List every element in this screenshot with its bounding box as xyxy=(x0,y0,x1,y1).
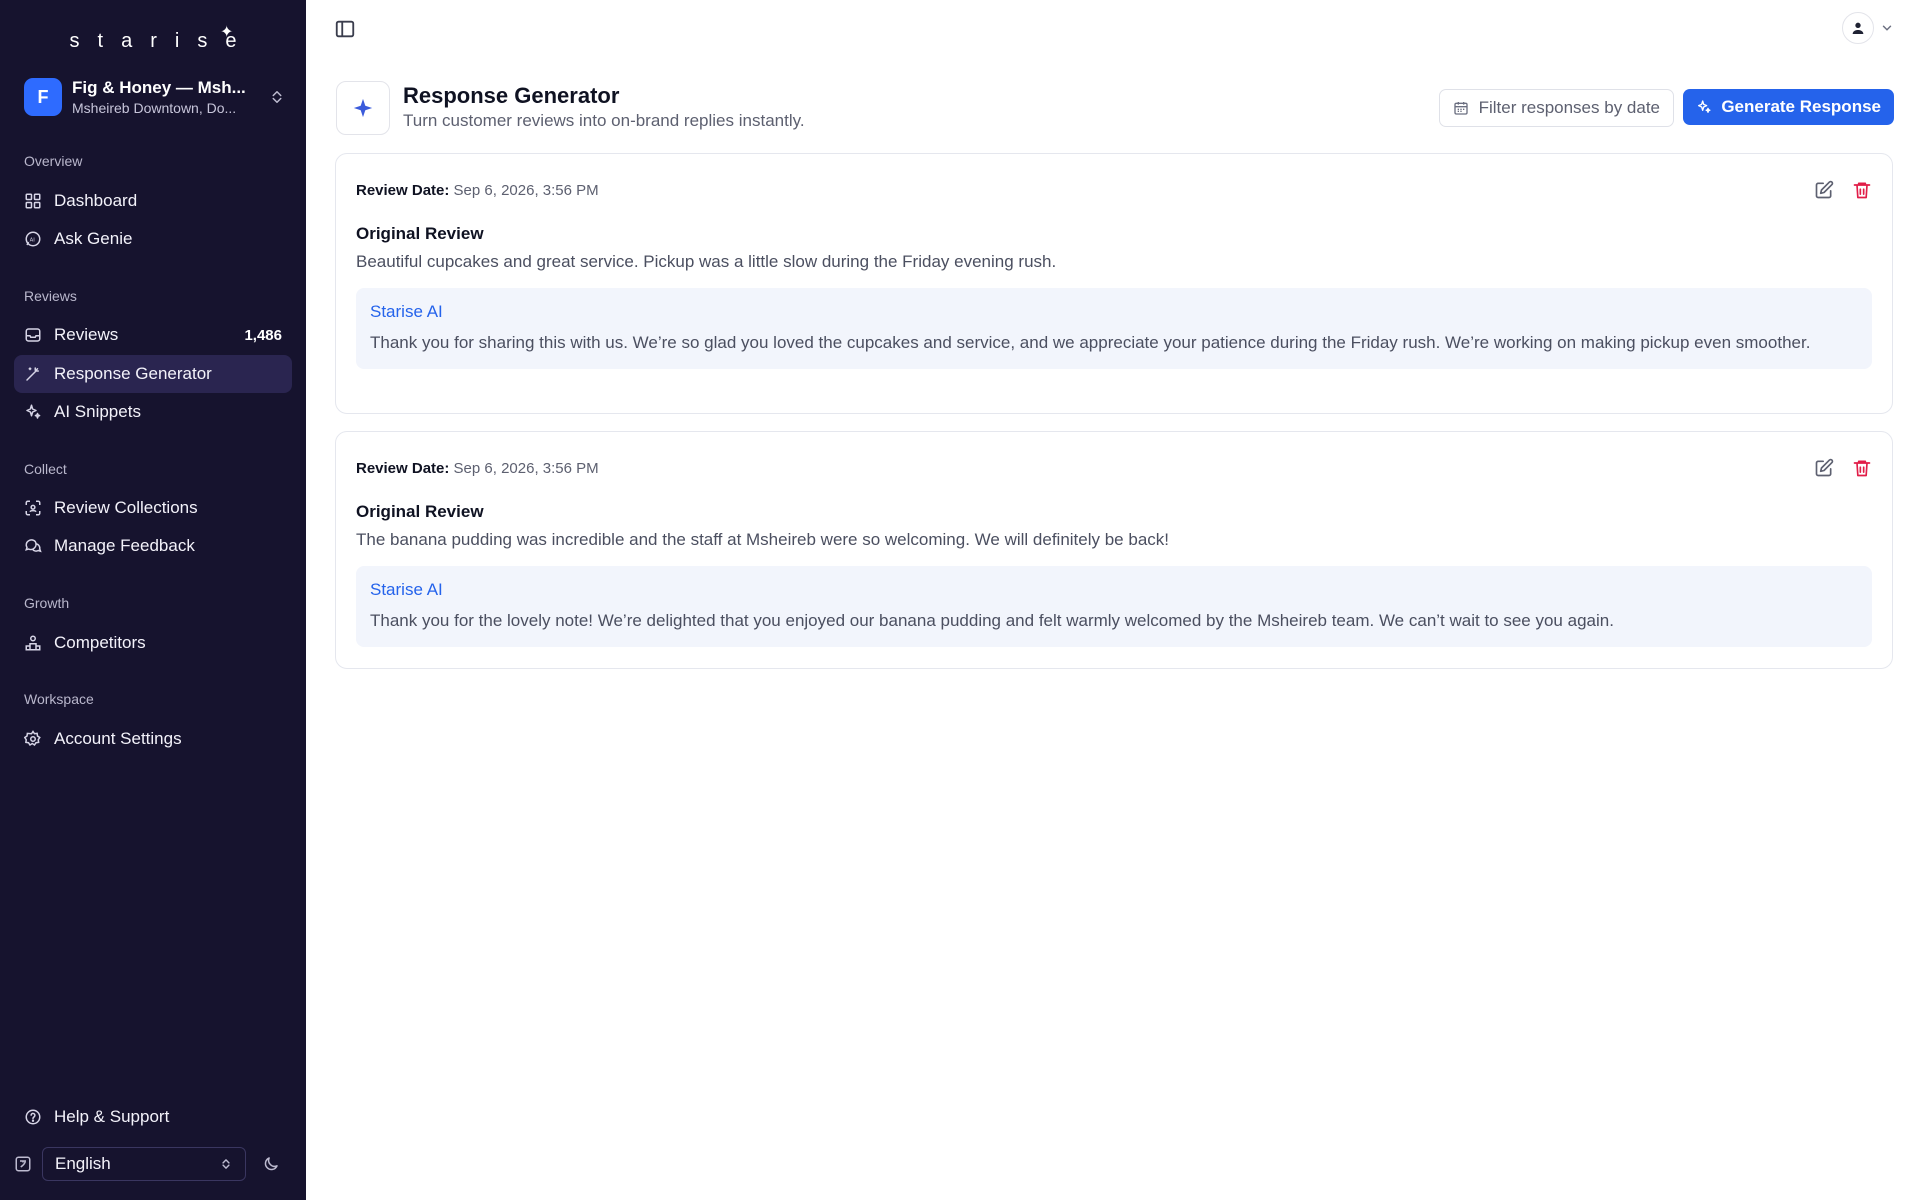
page-title: Response Generator xyxy=(403,83,620,108)
inbox-icon xyxy=(25,328,41,342)
sidebar-item-label: Review Collections xyxy=(54,498,198,517)
sidebar-item-response-generator[interactable]: Response Generator xyxy=(14,355,292,393)
page-header: Response Generator Turn customer reviews… xyxy=(336,81,1894,135)
starise-logo[interactable]: starise xyxy=(0,30,306,53)
help-circle-icon xyxy=(25,1109,41,1125)
svg-text:AI: AI xyxy=(30,237,36,243)
chevron-up-down-icon[interactable] xyxy=(268,88,286,106)
section-label-collect: Collect xyxy=(24,461,67,477)
sparkle-badge xyxy=(336,81,390,135)
sidebar-item-manage-feedback[interactable]: Manage Feedback xyxy=(14,527,292,565)
chevron-up-down-icon xyxy=(222,1159,230,1169)
sidebar-item-label: Account Settings xyxy=(54,729,182,748)
language-value: English xyxy=(55,1154,111,1173)
help-support-link[interactable]: Help & Support xyxy=(14,1098,292,1136)
original-review-text: The banana pudding was incredible and th… xyxy=(356,530,1169,549)
section-label-reviews: Reviews xyxy=(24,288,77,304)
sparkle-icon xyxy=(353,98,373,118)
section-label-overview: Overview xyxy=(24,153,83,169)
date-filter-button[interactable]: Filter responses by date xyxy=(1438,89,1674,127)
section-label-workspace: Workspace xyxy=(24,691,94,707)
chevron-down-icon xyxy=(1882,25,1892,31)
user-menu[interactable] xyxy=(1842,12,1894,44)
moon-icon[interactable] xyxy=(262,1155,280,1173)
response-card: Review Date: Sep 6, 2026, 3:56 PM Origin… xyxy=(335,153,1893,414)
sidebar-item-label: Competitors xyxy=(54,633,146,652)
grid-icon xyxy=(25,193,41,209)
sidebar-item-ask-genie[interactable]: AI Ask Genie xyxy=(14,220,292,258)
sidebar-item-account-settings[interactable]: Account Settings xyxy=(14,720,292,758)
sidebar-item-competitors[interactable]: Competitors xyxy=(14,624,292,662)
reviews-count-badge: 1,486 xyxy=(244,326,282,344)
ai-author: Starise AI xyxy=(370,302,443,321)
sidebar-item-review-collections[interactable]: Review Collections xyxy=(14,489,292,527)
original-review-label: Original Review xyxy=(356,224,484,243)
edit-icon[interactable] xyxy=(1814,458,1834,478)
sidebar-item-label: Reviews xyxy=(54,325,119,344)
magic-wand-icon xyxy=(26,367,39,381)
trash-icon[interactable] xyxy=(1852,180,1872,200)
card-actions xyxy=(1796,180,1872,200)
translate-icon xyxy=(15,1156,31,1172)
response-card: Review Date: Sep 6, 2026, 3:56 PM Origin… xyxy=(335,431,1893,669)
ai-response-text: Thank you for sharing this with us. We’r… xyxy=(370,333,1811,352)
help-support-label: Help & Support xyxy=(54,1107,170,1126)
ai-response-box: Starise AI Thank you for sharing this wi… xyxy=(356,288,1872,369)
sidebar-item-label: Manage Feedback xyxy=(54,536,195,555)
page-subtitle: Turn customer reviews into on-brand repl… xyxy=(403,111,805,130)
language-select[interactable]: English xyxy=(42,1147,246,1181)
original-review-label: Original Review xyxy=(356,502,484,521)
card-actions xyxy=(1796,458,1872,478)
review-date-label: Review Date: xyxy=(356,182,450,199)
sidebar-item-dashboard[interactable]: Dashboard xyxy=(14,182,292,220)
logo-star-icon: ✦ xyxy=(220,24,234,41)
calendar-icon xyxy=(1453,102,1468,115)
ai-author: Starise AI xyxy=(370,580,443,599)
chat-bubbles-icon xyxy=(25,539,42,553)
main-content: Response Generator Turn customer reviews… xyxy=(306,0,1920,1200)
scan-icon xyxy=(25,500,41,516)
org-avatar: F xyxy=(24,78,62,116)
sidebar-toggle-icon[interactable] xyxy=(334,18,356,40)
sidebar-item-label: Dashboard xyxy=(54,191,138,210)
generate-response-label: Generate Response xyxy=(1721,97,1881,116)
review-date: Review Date: Sep 6, 2026, 3:56 PM xyxy=(356,182,599,199)
sidebar-item-label: AI Snippets xyxy=(54,402,141,421)
ai-response-box: Starise AI Thank you for the lovely note… xyxy=(356,566,1872,647)
user-icon xyxy=(1852,22,1864,34)
review-date-value: Sep 6, 2026, 3:56 PM xyxy=(453,460,599,477)
review-date-value: Sep 6, 2026, 3:56 PM xyxy=(453,182,599,199)
review-date-label: Review Date: xyxy=(356,460,450,477)
sidebar-item-label: Ask Genie xyxy=(54,229,133,248)
gear-icon xyxy=(24,730,41,747)
date-filter-placeholder: Filter responses by date xyxy=(1478,98,1660,117)
sparkle-icon xyxy=(1698,100,1711,113)
language-bar: English xyxy=(14,1147,292,1181)
edit-icon[interactable] xyxy=(1814,180,1834,200)
org-name: Fig & Honey — Msh... xyxy=(72,78,246,97)
trash-icon[interactable] xyxy=(1852,458,1872,478)
podium-icon xyxy=(25,635,41,651)
org-location: Msheireb Downtown, Do... xyxy=(72,100,237,116)
original-review-text: Beautiful cupcakes and great service. Pi… xyxy=(356,252,1057,271)
generate-response-button[interactable]: Generate Response xyxy=(1683,89,1894,125)
sidebar: starise ✦ F Fig & Honey — Msh... Msheire… xyxy=(0,0,306,1200)
user-avatar xyxy=(1842,12,1874,44)
section-label-growth: Growth xyxy=(24,595,70,611)
sidebar-item-ai-snippets[interactable]: AI Snippets xyxy=(14,393,292,431)
org-switcher[interactable]: F Fig & Honey — Msh... Msheireb Downtown… xyxy=(24,77,286,117)
sidebar-item-label: Response Generator xyxy=(54,364,212,383)
review-date: Review Date: Sep 6, 2026, 3:56 PM xyxy=(356,460,599,477)
sidebar-item-reviews[interactable]: Reviews 1,486 xyxy=(14,316,292,354)
ai-response-text: Thank you for the lovely note! We’re del… xyxy=(370,611,1614,630)
ai-chat-icon: AI xyxy=(25,231,41,247)
sparkle-icon xyxy=(26,404,41,419)
